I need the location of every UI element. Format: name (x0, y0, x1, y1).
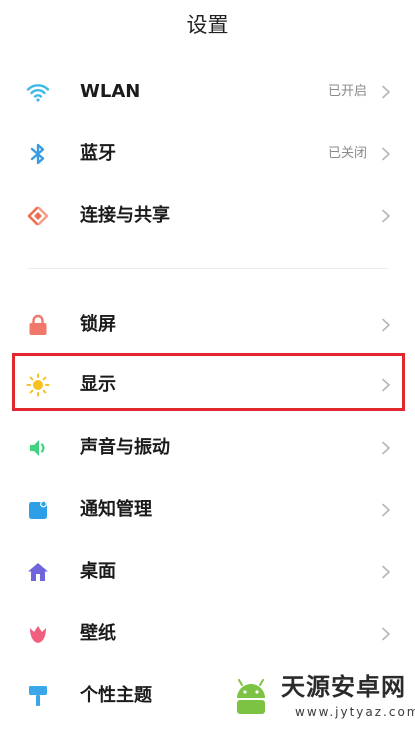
home-icon (28, 563, 48, 581)
settings-item-notifications[interactable]: 通知管理 (0, 482, 415, 538)
wifi-icon (26, 84, 50, 102)
chevron-right-icon (382, 209, 390, 223)
speaker-icon (30, 440, 45, 456)
page-title: 设置 (186, 13, 229, 37)
chevron-right-icon (382, 318, 390, 332)
status-text: 已关闭 (327, 146, 367, 161)
paint-roller-icon (29, 686, 47, 706)
settings-item-label: 锁屏 (80, 314, 116, 335)
settings-item-themes[interactable]: 个性主题 (0, 668, 415, 724)
settings-item-bluetooth[interactable]: 蓝牙 已关闭 (0, 126, 415, 182)
settings-item-label: 个性主题 (80, 685, 152, 706)
settings-item-label: WLAN (80, 81, 141, 102)
chevron-right-icon (382, 378, 390, 392)
chevron-right-icon (382, 565, 390, 579)
chevron-right-icon (382, 627, 390, 641)
notification-icon (29, 500, 47, 519)
tulip-icon (30, 626, 46, 643)
settings-item-wlan[interactable]: WLAN 已开启 (0, 64, 415, 120)
bluetooth-icon (30, 143, 45, 165)
settings-item-label: 壁纸 (80, 623, 116, 644)
lock-icon (29, 314, 47, 335)
chevron-right-icon (382, 147, 390, 161)
settings-item-lock-screen[interactable]: 锁屏 (0, 297, 415, 353)
settings-item-home-screen[interactable]: 桌面 (0, 544, 415, 600)
status-text: 已开启 (327, 84, 367, 99)
section-divider (28, 268, 388, 269)
settings-item-label: 显示 (80, 374, 116, 395)
settings-item-sound-vibration[interactable]: 声音与振动 (0, 420, 415, 476)
settings-item-display[interactable]: 显示 (0, 357, 415, 413)
settings-item-label: 连接与共享 (80, 205, 170, 226)
chevron-right-icon (382, 85, 390, 99)
settings-item-label: 声音与振动 (80, 437, 170, 458)
chevron-right-icon (382, 503, 390, 517)
connection-share-icon (27, 206, 49, 226)
settings-item-connection-sharing[interactable]: 连接与共享 (0, 188, 415, 244)
sun-icon (26, 373, 50, 397)
settings-item-label: 通知管理 (80, 499, 152, 520)
settings-item-wallpaper[interactable]: 壁纸 (0, 606, 415, 662)
chevron-right-icon (382, 441, 390, 455)
settings-item-label: 桌面 (80, 561, 116, 582)
settings-item-label: 蓝牙 (80, 143, 116, 164)
